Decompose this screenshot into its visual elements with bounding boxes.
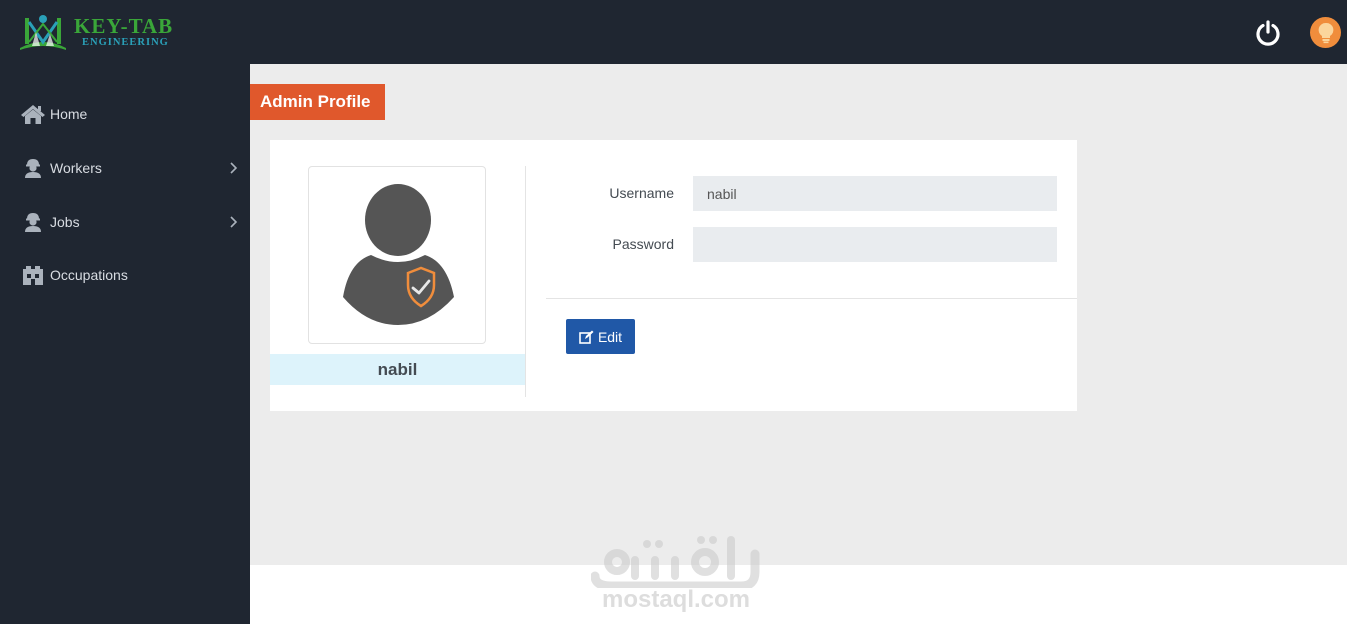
profile-name: nabil [270, 354, 525, 385]
edit-icon [579, 330, 594, 344]
logo-emblem-icon [20, 15, 66, 50]
chevron-right-icon [230, 162, 238, 174]
industry-icon [20, 264, 46, 286]
sidebar-item-workers[interactable]: Workers [0, 148, 250, 188]
sidebar-item-home[interactable]: Home [0, 94, 250, 134]
chevron-right-icon [230, 216, 238, 228]
lightbulb-icon [1318, 22, 1333, 43]
brand-subtitle: ENGINEERING [82, 36, 169, 48]
sidebar-item-occupations[interactable]: Occupations [0, 255, 250, 295]
watermark: mostaql.com [591, 530, 761, 615]
edit-button[interactable]: Edit [566, 319, 635, 354]
brand-title: KEY-TAB [74, 13, 174, 38]
user-avatar-button[interactable] [1310, 17, 1341, 48]
watermark-logo [591, 536, 760, 588]
vertical-divider [525, 166, 526, 397]
home-icon [20, 103, 46, 125]
username-field[interactable] [693, 176, 1057, 211]
top-navbar: KEY-TAB ENGINEERING [0, 0, 1347, 64]
sidebar-item-label: Jobs [50, 214, 80, 230]
sidebar: Home Workers Jobs Occupations [0, 64, 250, 624]
sidebar-item-label: Occupations [50, 267, 128, 283]
power-button[interactable] [1254, 19, 1282, 47]
sidebar-item-label: Home [50, 106, 88, 122]
profile-avatar [308, 166, 486, 344]
edit-button-label: Edit [597, 328, 623, 345]
sidebar-item-jobs[interactable]: Jobs [0, 202, 250, 242]
brand-logo[interactable]: KEY-TAB ENGINEERING [18, 12, 173, 52]
username-label: Username [609, 185, 674, 201]
password-label: Password [612, 236, 674, 252]
page-title: Admin Profile [250, 84, 385, 120]
power-icon [1256, 20, 1280, 46]
admin-user-shield-icon [343, 184, 454, 325]
profile-card: nabil Username Password Edit [270, 140, 1077, 411]
password-field[interactable] [693, 227, 1057, 262]
horizontal-divider [546, 298, 1077, 299]
watermark-text: mostaql.com [601, 586, 751, 613]
worker-icon [20, 211, 46, 233]
sidebar-item-label: Workers [50, 160, 102, 176]
worker-icon [20, 157, 46, 179]
